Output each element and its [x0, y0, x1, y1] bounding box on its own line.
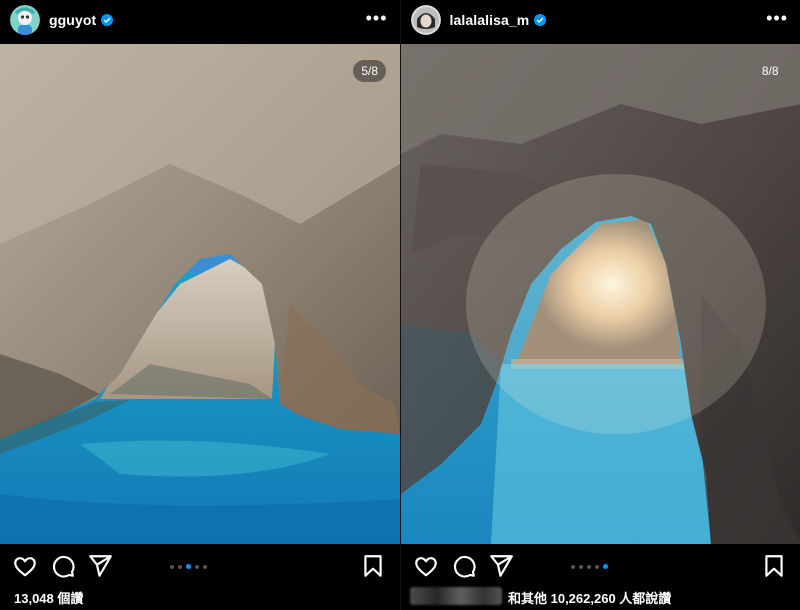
avatar[interactable]	[410, 5, 441, 35]
carousel-counter: 5/8	[353, 60, 386, 82]
username[interactable]: lalalalisa_m	[450, 12, 530, 28]
feed: gguyot ••• 5/8 13,048 個讚 lalalalisa_m ••…	[0, 0, 800, 610]
send-icon[interactable]	[87, 553, 113, 579]
verified-badge-icon	[534, 14, 547, 26]
carousel-dot-active	[602, 564, 608, 569]
comment-icon[interactable]	[451, 553, 477, 579]
avatar[interactable]	[10, 5, 40, 35]
carousel-dot	[570, 564, 575, 569]
carousel-dot	[586, 564, 591, 569]
carousel-dot	[195, 564, 199, 569]
post-gguyot: gguyot ••• 5/8 13,048 個讚	[0, 0, 400, 610]
carousel-dot	[170, 564, 174, 569]
post-lalalalisa_m: lalalalisa_m ••• 8/8	[399, 0, 800, 610]
carousel-dots	[570, 564, 608, 569]
post-header: gguyot •••	[0, 0, 400, 40]
post-actions	[0, 553, 400, 581]
post-actions	[401, 553, 800, 581]
carousel-dot-active	[186, 564, 191, 569]
more-horizontal-icon[interactable]: •••	[366, 8, 388, 28]
carousel-dot	[578, 564, 583, 569]
bookmark-icon[interactable]	[360, 553, 386, 579]
likes-count[interactable]: 和其他 10,262,260 人都說讚	[508, 588, 671, 607]
more-horizontal-icon[interactable]: •••	[766, 8, 788, 28]
carousel-dot	[594, 564, 599, 569]
username[interactable]: gguyot	[49, 12, 96, 28]
blurred-liker-avatars	[410, 587, 502, 605]
heart-icon[interactable]	[12, 553, 38, 579]
comment-icon[interactable]	[50, 553, 76, 579]
post-header: lalalalisa_m •••	[401, 0, 800, 40]
carousel-dot	[178, 564, 182, 569]
carousel-dots	[170, 564, 207, 569]
post-photo[interactable]: 8/8	[400, 44, 800, 544]
carousel-dot	[203, 564, 207, 569]
bookmark-icon[interactable]	[761, 553, 787, 579]
likes-count[interactable]: 13,048 個讚	[14, 588, 83, 607]
send-icon[interactable]	[488, 553, 514, 579]
post-photo[interactable]: 5/8	[0, 44, 400, 544]
heart-icon[interactable]	[413, 553, 439, 579]
carousel-counter: 8/8	[761, 64, 779, 78]
verified-badge-icon	[101, 14, 114, 26]
